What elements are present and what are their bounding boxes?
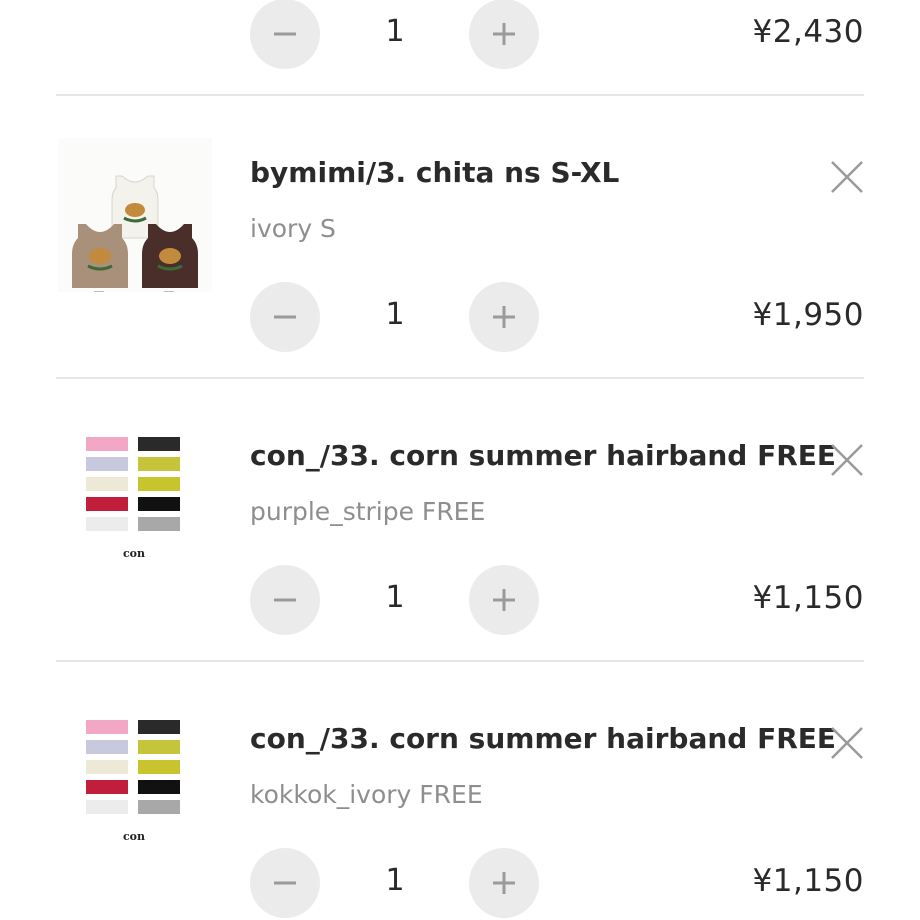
quantity-value: 1 bbox=[385, 580, 405, 615]
cart-item-partial: 1 ¥2,430 bbox=[0, 0, 920, 98]
minus-icon bbox=[274, 315, 296, 319]
quantity-value: 1 bbox=[385, 863, 405, 898]
item-divider bbox=[56, 660, 864, 662]
cart-item: bymimi/3. chita ns S-XL ivory S 1 ¥1,950 bbox=[0, 98, 920, 381]
minus-icon bbox=[274, 598, 296, 602]
product-thumbnail-hairbands[interactable]: con bbox=[58, 421, 212, 575]
cart-item: con con_/33. corn summer hairband FREE p… bbox=[0, 381, 920, 664]
increase-quantity-button[interactable] bbox=[469, 282, 539, 352]
item-price: ¥1,950 bbox=[752, 297, 864, 333]
product-title[interactable]: bymimi/3. chita ns S-XL bbox=[250, 156, 619, 189]
plus-icon bbox=[493, 23, 515, 45]
cart-item: con con_/33. corn summer hairband FREE k… bbox=[0, 664, 920, 920]
decrease-quantity-button[interactable] bbox=[250, 282, 320, 352]
increase-quantity-button[interactable] bbox=[469, 565, 539, 635]
quantity-value: 1 bbox=[385, 297, 405, 332]
product-variant: ivory S bbox=[250, 214, 336, 243]
cart-page: 1 ¥2,430 bymimi/3. chita ns S-XL ivory S bbox=[0, 0, 920, 920]
product-variant: kokkok_ivory FREE bbox=[250, 780, 483, 809]
plus-icon bbox=[493, 589, 515, 611]
thumbnail-label: con bbox=[123, 830, 145, 843]
minus-icon bbox=[274, 881, 296, 885]
plus-icon bbox=[493, 306, 515, 328]
quantity-value: 1 bbox=[385, 14, 405, 49]
product-title[interactable]: con_/33. corn summer hairband FREE bbox=[250, 439, 836, 472]
minus-icon bbox=[274, 32, 296, 36]
thumbnail-label: con bbox=[123, 547, 145, 560]
decrease-quantity-button[interactable] bbox=[250, 565, 320, 635]
close-icon[interactable] bbox=[830, 726, 864, 760]
increase-quantity-button[interactable] bbox=[469, 0, 539, 69]
product-thumbnail-cheetah-tanks[interactable] bbox=[58, 138, 212, 292]
product-title[interactable]: con_/33. corn summer hairband FREE bbox=[250, 722, 836, 755]
decrease-quantity-button[interactable] bbox=[250, 848, 320, 918]
item-price: ¥1,150 bbox=[752, 863, 864, 899]
close-icon[interactable] bbox=[830, 443, 864, 477]
item-price: ¥1,150 bbox=[752, 580, 864, 616]
item-price: ¥2,430 bbox=[752, 14, 864, 50]
plus-icon bbox=[493, 872, 515, 894]
product-thumbnail-hairbands[interactable]: con bbox=[58, 704, 212, 858]
item-divider bbox=[56, 377, 864, 379]
close-icon[interactable] bbox=[830, 160, 864, 194]
product-variant: purple_stripe FREE bbox=[250, 497, 486, 526]
item-divider bbox=[56, 94, 864, 96]
increase-quantity-button[interactable] bbox=[469, 848, 539, 918]
decrease-quantity-button[interactable] bbox=[250, 0, 320, 69]
